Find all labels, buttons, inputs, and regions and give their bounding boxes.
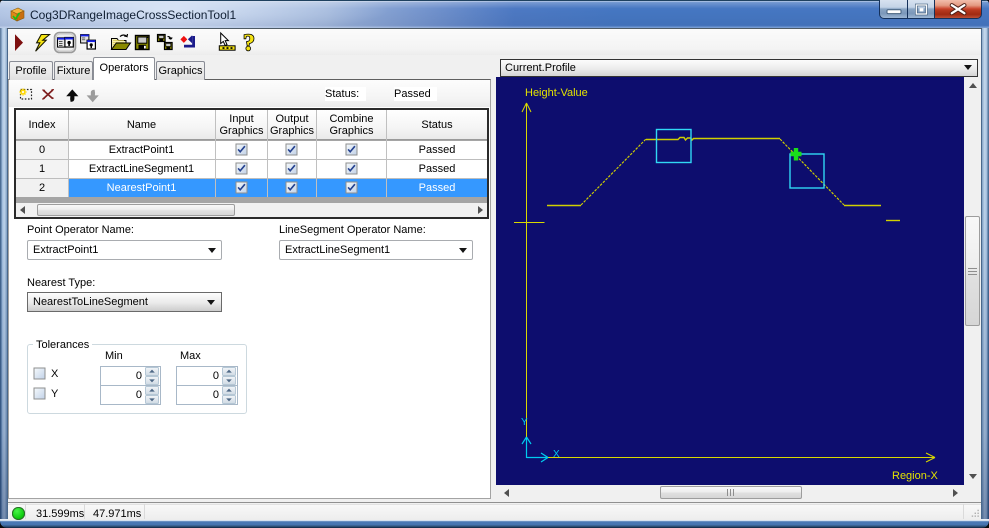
svg-text:Y: Y [521, 417, 528, 428]
svg-text:Height-Value: Height-Value [525, 87, 588, 99]
svg-text:?: ? [243, 31, 255, 56]
svg-text:Region-X: Region-X [892, 470, 939, 482]
svg-text:X: X [553, 449, 560, 460]
